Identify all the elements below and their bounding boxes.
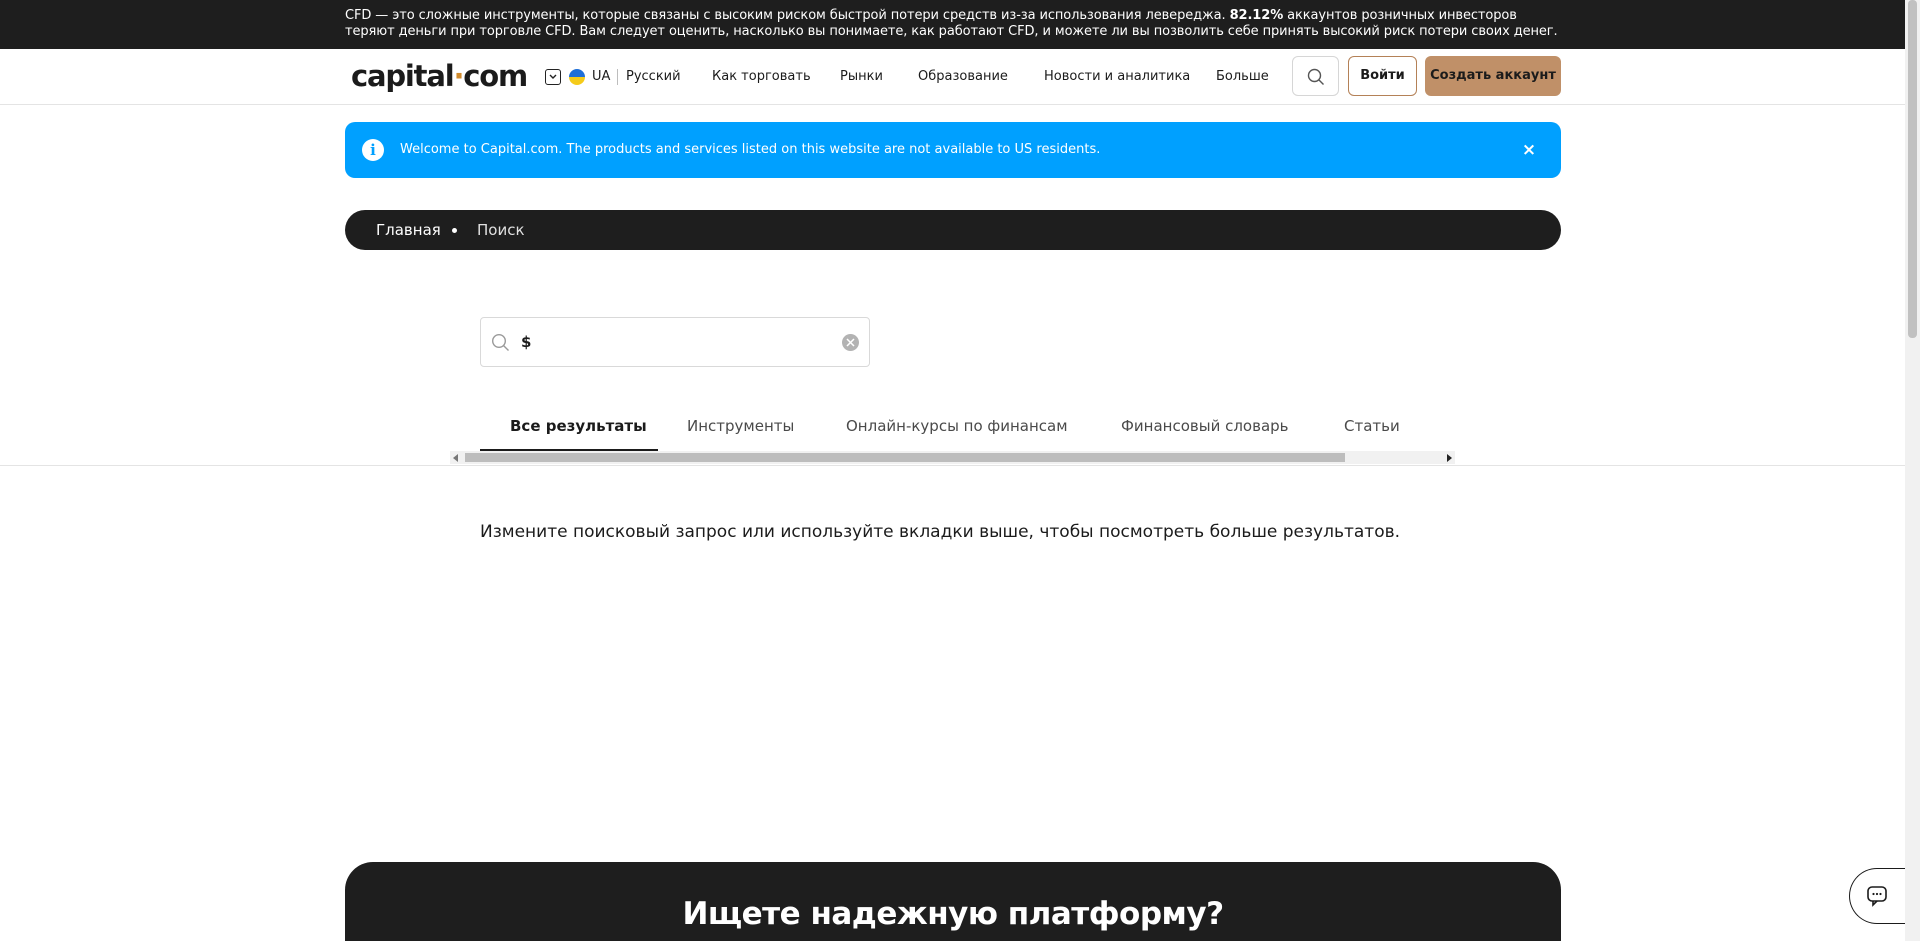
site-header: capital·com UA Русский Как торговать Рын…: [0, 49, 1905, 105]
breadcrumb-home-link[interactable]: Главная: [376, 220, 441, 240]
language-name[interactable]: Русский: [626, 67, 681, 87]
tab-articles[interactable]: Статьи: [1344, 414, 1400, 438]
ukraine-flag-icon[interactable]: [569, 69, 585, 85]
scroll-right-arrow-icon[interactable]: [1447, 454, 1452, 462]
login-button[interactable]: Войти: [1348, 56, 1417, 96]
risk-warning-percent: 82.12%: [1229, 8, 1284, 23]
notice-text: Welcome to Capital.com. The products and…: [400, 142, 1101, 157]
tab-financial-glossary[interactable]: Финансовый словарь: [1121, 414, 1289, 438]
nav-item-news-analytics[interactable]: Новости и аналитика: [1044, 67, 1190, 87]
tab-online-courses[interactable]: Онлайн-курсы по финансам: [846, 414, 1068, 438]
chat-support-button[interactable]: [1849, 868, 1905, 924]
page-scrollbar-thumb[interactable]: [1908, 0, 1917, 338]
logo-text-left: capital: [351, 59, 455, 93]
us-residents-notice: i Welcome to Capital.com. The products a…: [345, 122, 1561, 178]
logo-text-right: com: [463, 59, 528, 93]
clear-search-icon[interactable]: [842, 334, 859, 351]
search-field[interactable]: [480, 317, 870, 367]
cta-section: Ищете надежную платформу?: [345, 862, 1561, 941]
create-account-button[interactable]: Создать аккаунт: [1425, 56, 1561, 96]
nav-item-education[interactable]: Образование: [918, 67, 1008, 87]
tab-instruments[interactable]: Инструменты: [687, 414, 794, 438]
breadcrumb: Главная Поиск: [345, 210, 1561, 250]
search-icon: [491, 333, 509, 351]
page-vertical-scrollbar[interactable]: [1905, 0, 1920, 941]
nav-item-how-to-trade[interactable]: Как торговать: [712, 67, 811, 87]
scrollbar-thumb[interactable]: [465, 453, 1345, 462]
close-icon[interactable]: ×: [1519, 140, 1539, 160]
cta-title: Ищете надежную платформу?: [682, 896, 1224, 932]
search-input[interactable]: [521, 330, 821, 354]
nav-item-markets[interactable]: Рынки: [840, 67, 883, 87]
language-dropdown-chevron-icon[interactable]: [545, 69, 561, 85]
capital-com-logo[interactable]: capital·com: [351, 57, 528, 95]
language-separator: [617, 69, 618, 85]
nav-item-more[interactable]: Больше: [1216, 67, 1269, 87]
header-search-button[interactable]: [1292, 56, 1339, 96]
risk-warning-text-before: CFD — это сложные инструменты, которые с…: [345, 8, 1226, 23]
no-results-message: Измените поисковый запрос или используйт…: [480, 522, 1401, 542]
scroll-left-arrow-icon[interactable]: [453, 454, 458, 462]
risk-warning-bar: CFD — это сложные инструменты, которые с…: [0, 0, 1905, 49]
logo-dot: ·: [453, 59, 464, 93]
tabs-horizontal-scrollbar[interactable]: [450, 451, 1455, 464]
page: CFD — это сложные инструменты, которые с…: [0, 0, 1920, 941]
language-code[interactable]: UA: [592, 67, 610, 87]
info-icon: i: [362, 139, 384, 161]
search-icon: [1307, 68, 1324, 85]
tab-all-results[interactable]: Все результаты: [510, 414, 647, 438]
chat-icon: [1867, 886, 1887, 907]
risk-warning-text: CFD — это сложные инструменты, которые с…: [345, 8, 1560, 40]
tabs-divider: [0, 465, 1905, 466]
breadcrumb-separator: [452, 228, 457, 233]
breadcrumb-current: Поиск: [477, 221, 525, 239]
